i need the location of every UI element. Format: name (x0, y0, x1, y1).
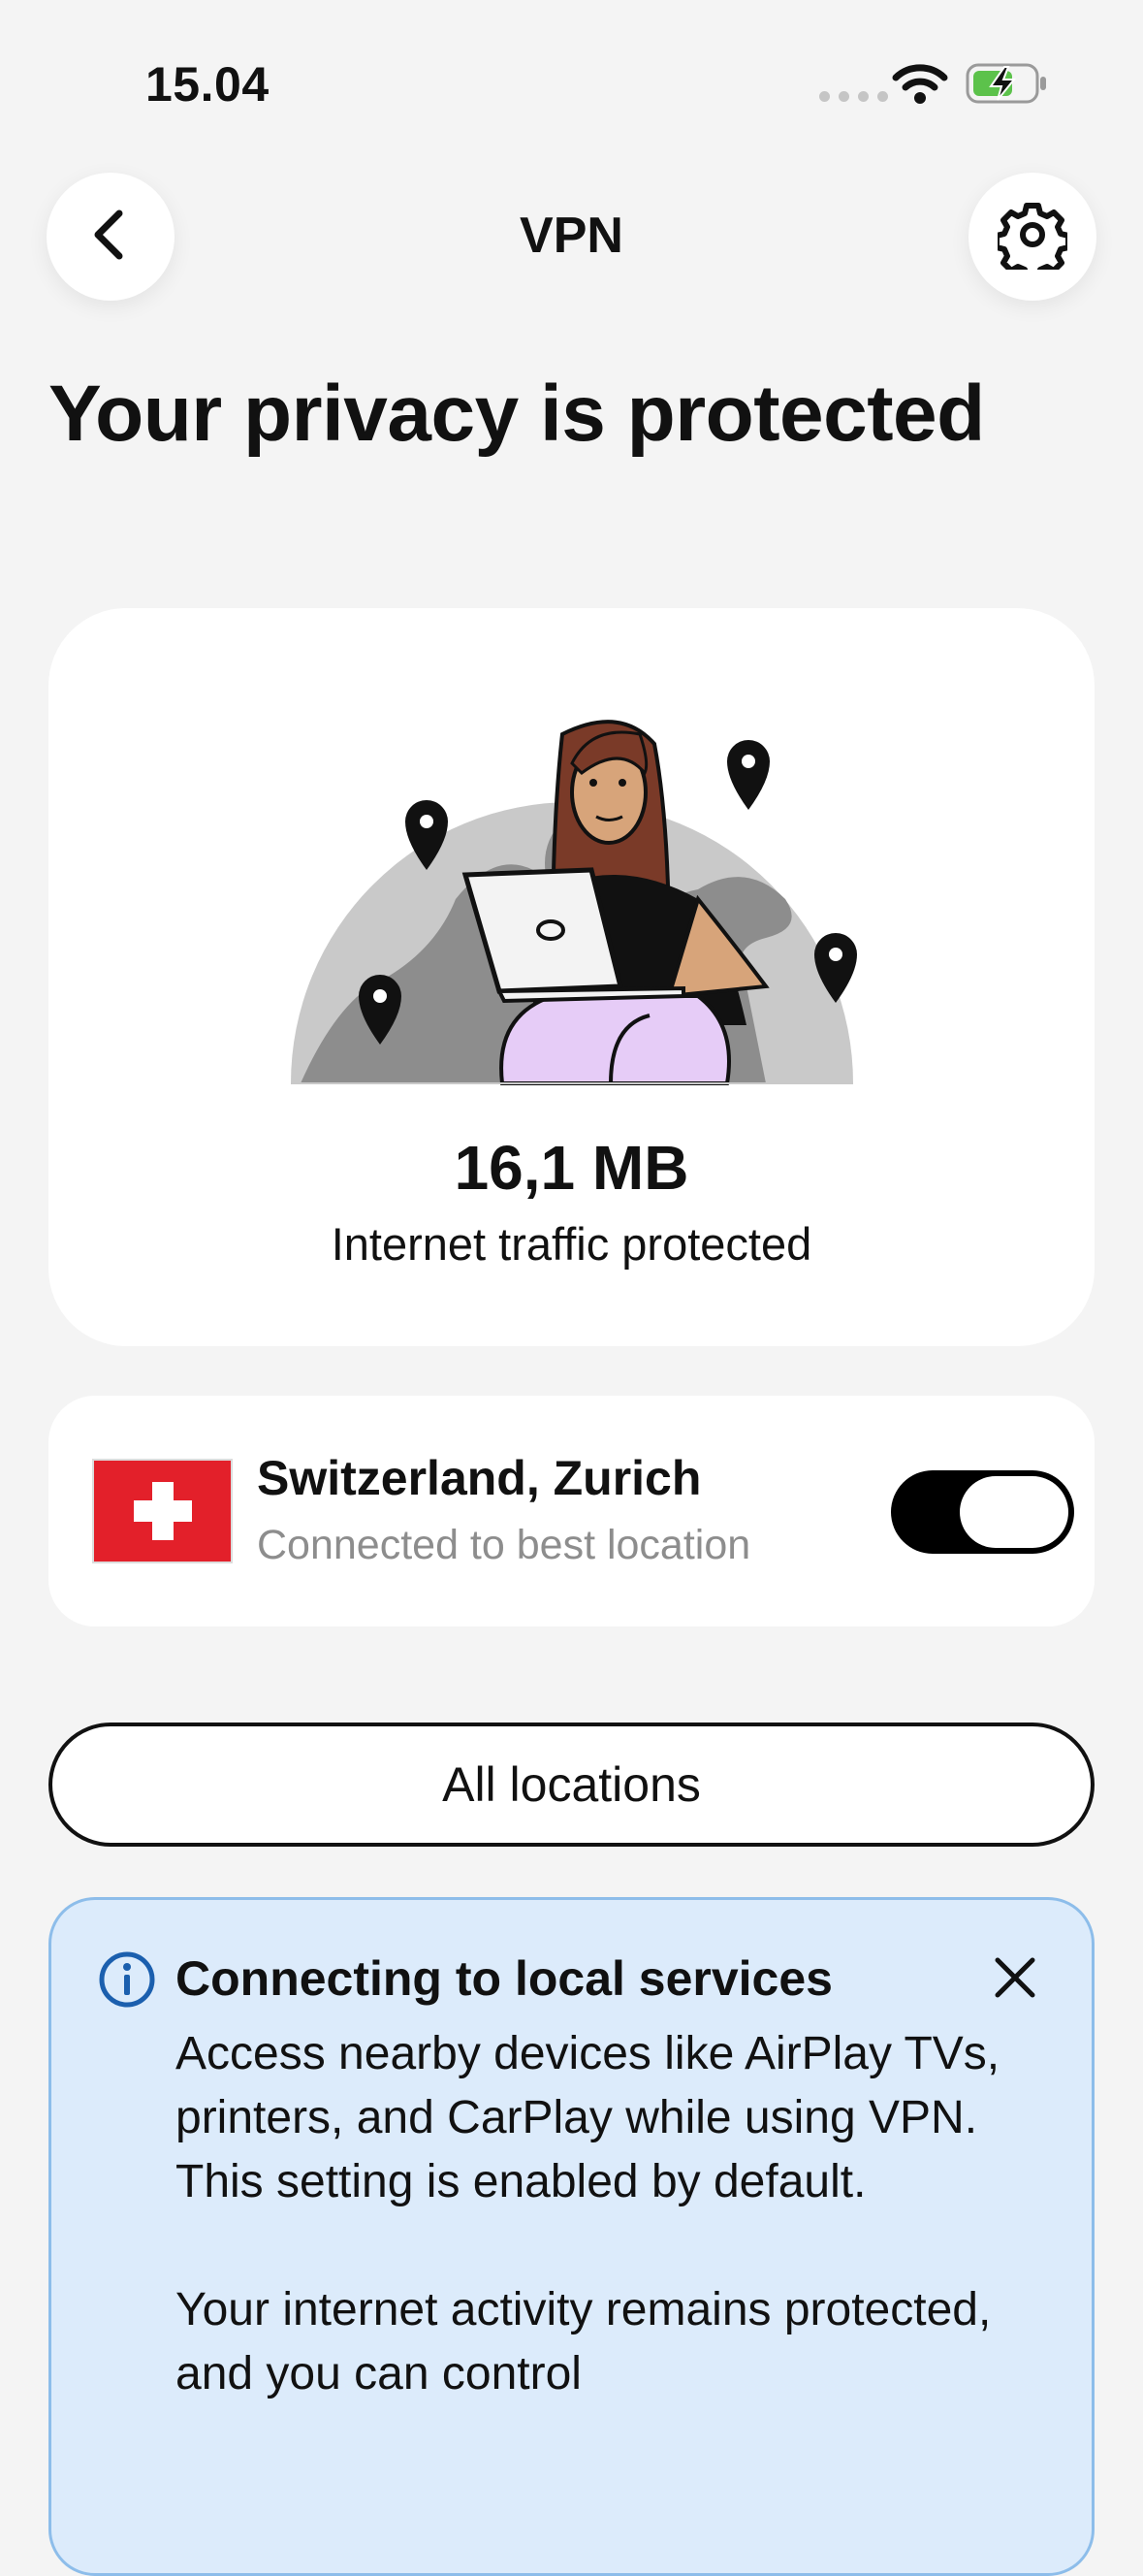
status-time: 15.04 (145, 57, 270, 112)
toggle-knob (960, 1476, 1068, 1548)
vpn-illustration (242, 705, 902, 1117)
traffic-value: 16,1 MB (454, 1133, 689, 1203)
location-name: Switzerland, Zurich (257, 1451, 702, 1505)
local-services-info-banner: Connecting to local services Access near… (48, 1897, 1095, 2576)
battery-icon (966, 62, 1049, 110)
vpn-toggle[interactable] (891, 1470, 1074, 1554)
info-title: Connecting to local services (175, 1951, 833, 2006)
protection-card: 16,1 MB Internet traffic protected (48, 608, 1095, 1346)
page-headline: Your privacy is protected (48, 370, 985, 458)
location-status: Connected to best location (257, 1522, 751, 1568)
close-icon[interactable] (992, 1954, 1038, 2006)
all-locations-button[interactable]: All locations (48, 1723, 1095, 1847)
switzerland-flag-icon (92, 1459, 233, 1563)
cellular-signal-icon (819, 91, 888, 102)
current-location-card[interactable]: Switzerland, Zurich Connected to best lo… (48, 1396, 1095, 1626)
info-icon (98, 1950, 156, 2013)
traffic-label: Internet traffic protected (331, 1218, 812, 1270)
wifi-icon (892, 62, 948, 110)
settings-button[interactable] (968, 173, 1096, 301)
gear-icon (994, 200, 1071, 280)
info-body: Access nearby devices like AirPlay TVs, … (175, 2028, 1000, 2399)
